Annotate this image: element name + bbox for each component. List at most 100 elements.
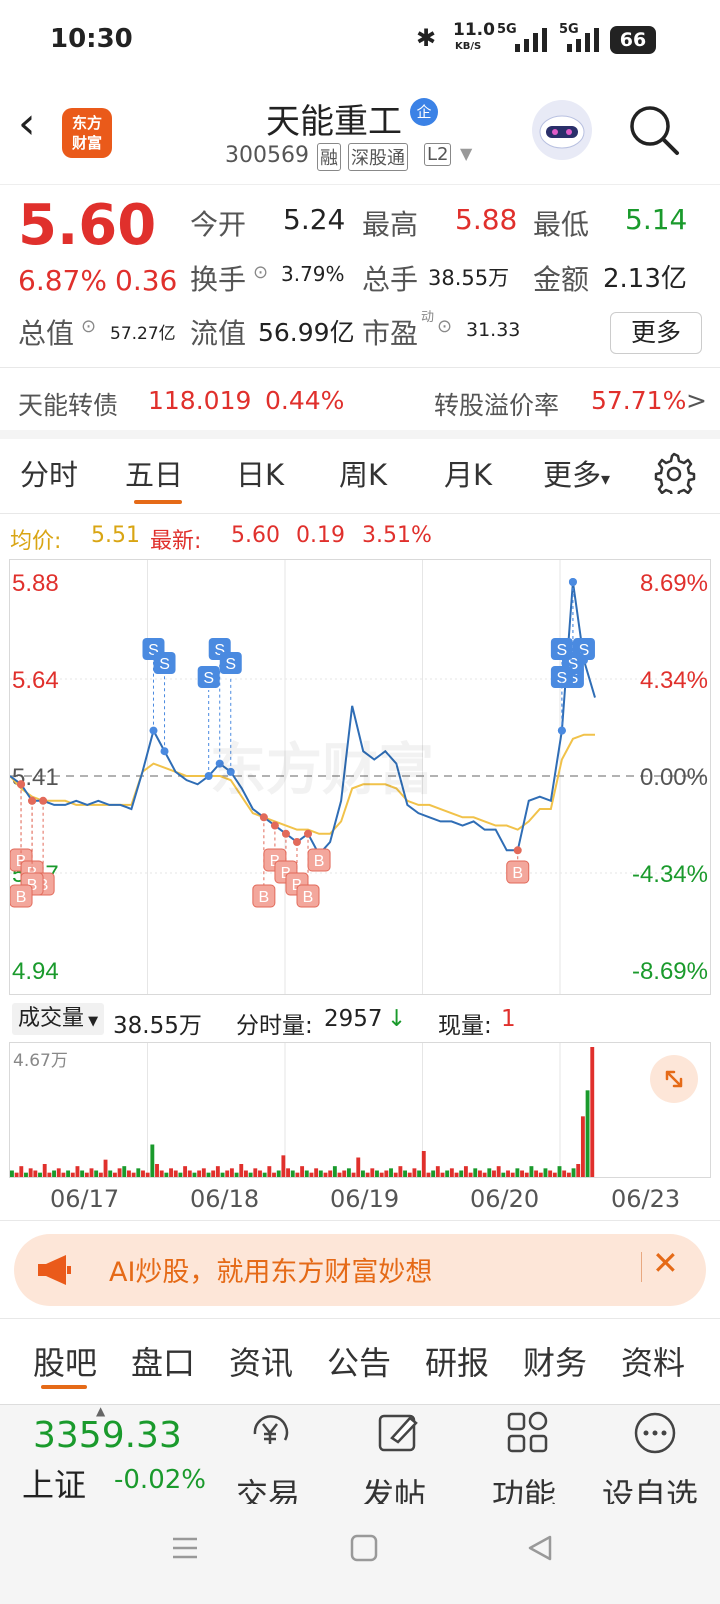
sell-marker-label: S (557, 642, 568, 659)
volume-bar (332, 1166, 337, 1177)
more-quote-button[interactable]: 更多 (610, 312, 702, 354)
volume-bar (178, 1172, 183, 1177)
robot-avatar-icon[interactable] (532, 100, 592, 160)
volume-bar (14, 1172, 19, 1177)
y-tick-label-right: 8.69% (640, 570, 708, 597)
tab-profile[interactable]: 资料 (621, 1338, 685, 1384)
price-line (10, 581, 596, 857)
volume-bar (412, 1168, 417, 1177)
volume-bar (379, 1172, 384, 1177)
eastmoney-logo[interactable]: 东方 财富 (62, 108, 112, 158)
back-nav-icon[interactable] (526, 1534, 554, 1562)
float-label: 流值 (190, 317, 247, 350)
settings-gear-icon[interactable] (652, 450, 696, 499)
divider (0, 1318, 720, 1319)
tick-volume-label: 分时量: (236, 1013, 313, 1039)
tab-monthly-k[interactable]: 月K (444, 452, 492, 494)
latest-change: 0.19 (296, 523, 345, 548)
function-grid-icon[interactable] (505, 1410, 551, 1456)
net-speed: 11.0 (453, 20, 495, 40)
buy-marker-dot (304, 829, 313, 838)
volume-bar (108, 1170, 113, 1177)
price-chart[interactable]: 5.885.645.415.174.948.69%4.34%0.00%-4.34… (9, 559, 711, 995)
volume-bar (295, 1172, 300, 1177)
volume-bar (323, 1172, 328, 1177)
info-icon[interactable]: ⊙ (253, 262, 268, 283)
high-value: 5.88 (455, 203, 518, 236)
y-tick-label-left: 4.94 (12, 958, 59, 985)
volume-bar (98, 1172, 103, 1177)
volume-bar (89, 1168, 94, 1177)
buy-marker-label: B (314, 853, 325, 870)
volume-bar (290, 1170, 295, 1177)
buy-marker-dot (281, 829, 290, 838)
tab-news[interactable]: 资讯 (229, 1338, 293, 1384)
volume-chart[interactable]: 4.67万 (9, 1042, 711, 1178)
volume-bar (421, 1151, 426, 1177)
trade-yen-icon[interactable] (247, 1410, 293, 1456)
sell-marker-dot (557, 726, 566, 735)
buy-marker-dot (17, 780, 26, 789)
tab-finance[interactable]: 财务 (523, 1338, 587, 1384)
volume-bar (384, 1170, 389, 1177)
y-tick-label-right: -4.34% (632, 861, 708, 888)
volume-bar (38, 1172, 42, 1177)
tab-daily-k[interactable]: 日K (236, 452, 284, 494)
low-label: 最低 (533, 208, 590, 241)
network-type-1: 5G (497, 22, 517, 37)
volume-bar (183, 1166, 188, 1177)
volume-bar (164, 1172, 169, 1177)
y-tick-label-left: 5.88 (12, 570, 59, 597)
divider (0, 513, 720, 514)
sell-marker-label: S (225, 656, 236, 673)
index-percent: -0.02% (114, 1465, 206, 1495)
volume-max-label: 4.67万 (13, 1051, 68, 1071)
volume-bar (127, 1170, 131, 1177)
premium-value: 57.71% (591, 386, 687, 415)
y-tick-label-right: -8.69% (632, 958, 708, 985)
menu-icon[interactable] (171, 1534, 199, 1562)
volume-bar (276, 1170, 281, 1177)
search-icon[interactable] (628, 104, 680, 156)
tab-research[interactable]: 研报 (425, 1338, 489, 1384)
y-tick-label-left: 5.64 (12, 667, 59, 694)
tick-arrow-icon: ↓ (387, 1006, 407, 1032)
tab-more[interactable]: 更多▾ (543, 452, 610, 494)
index-value[interactable]: 3359.33 (33, 1415, 182, 1456)
tab-announcements[interactable]: 公告 (327, 1338, 391, 1384)
tab-guba[interactable]: 股吧 (33, 1338, 97, 1384)
volume-bar (201, 1168, 206, 1177)
volume-bar (206, 1172, 211, 1177)
mcap-label: 总值 (18, 317, 75, 350)
volume-bar (337, 1172, 342, 1177)
tab-timeshare[interactable]: 分时 (20, 452, 78, 494)
volume-bar (10, 1170, 14, 1177)
tab-orderbook[interactable]: 盘口 (131, 1338, 195, 1384)
volume-bar (510, 1172, 515, 1177)
volume-bar (426, 1172, 431, 1177)
chevron-down-icon[interactable]: ▼ (460, 144, 472, 163)
tab-weekly-k[interactable]: 周K (339, 452, 387, 494)
home-icon[interactable] (350, 1534, 378, 1562)
close-icon[interactable]: ✕ (652, 1244, 679, 1282)
expand-icon[interactable] (650, 1055, 698, 1103)
volume-bar (552, 1172, 557, 1177)
back-icon[interactable]: ‹ (18, 102, 36, 146)
ai-promo-banner[interactable]: AI炒股，就用东方财富妙想 ✕ (14, 1234, 706, 1306)
volume-bar (225, 1170, 230, 1177)
post-edit-icon[interactable] (376, 1410, 422, 1456)
tab-five-day[interactable]: 五日 (125, 452, 183, 494)
section-gap (0, 430, 720, 439)
info-icon[interactable]: ⊙ (81, 316, 96, 337)
signal-icon-2 (567, 28, 602, 52)
volume-bar (506, 1170, 510, 1177)
volume-selector[interactable]: 成交量 ▼ (12, 1003, 105, 1035)
volume-bar (239, 1164, 244, 1177)
watchlist-dots-icon[interactable] (632, 1410, 678, 1456)
latest-value: 5.60 (231, 523, 280, 548)
pe-label: 市盈 (362, 317, 419, 350)
change-percent: 6.87% (18, 264, 107, 297)
volume-bar (468, 1172, 473, 1177)
index-name[interactable]: 上证 (22, 1460, 86, 1506)
info-icon[interactable]: ⊙ (437, 316, 452, 337)
